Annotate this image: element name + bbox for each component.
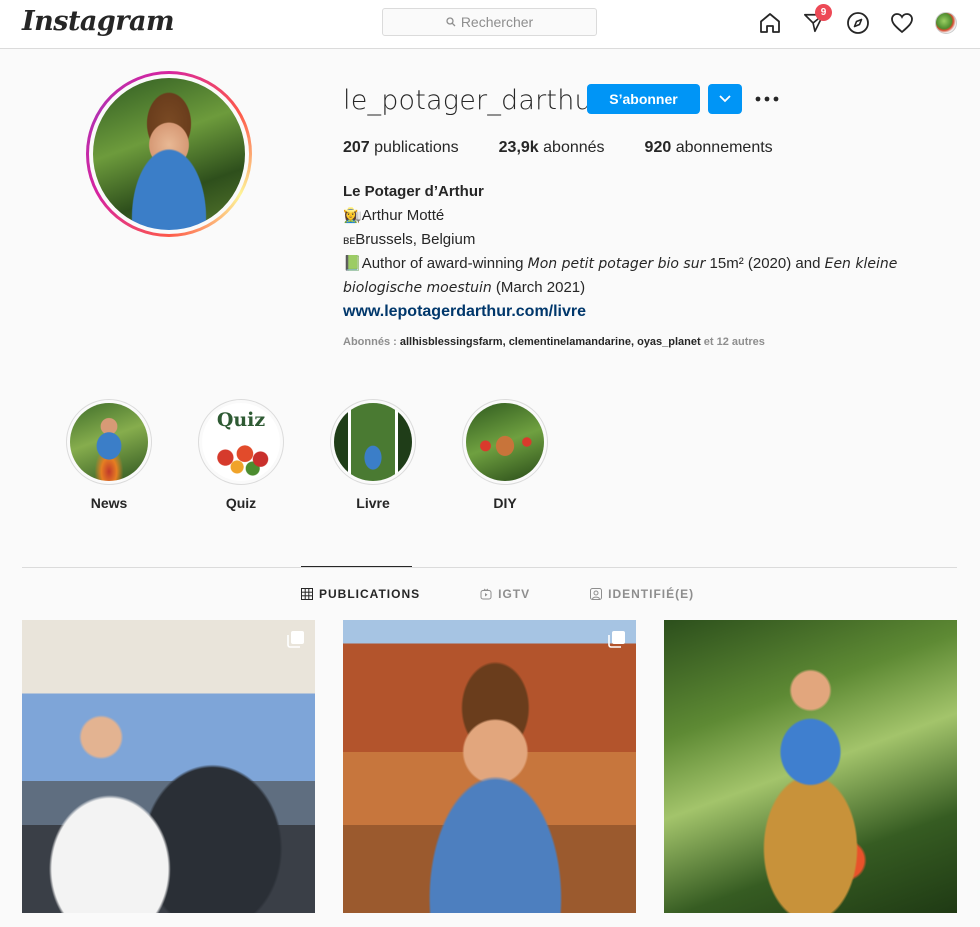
posts-stat: 207 publications	[343, 139, 459, 157]
active-tab-indicator	[301, 566, 412, 567]
post-thumbnail[interactable]	[343, 620, 636, 913]
bio-line-1: 👩‍🌾Arthur Motté	[343, 204, 943, 228]
followed-by[interactable]: Abonnés : allhisblessingsfarm, clementin…	[343, 336, 765, 348]
avatar-border	[89, 74, 249, 234]
tagged-icon	[590, 588, 603, 600]
belgium-flag-icon: ʙᴇ	[343, 233, 356, 247]
bio-line-2-text: Brussels, Belgium	[355, 231, 476, 248]
tab-label: IDENTIFIÉ(E)	[608, 587, 695, 601]
highlight-cover: Quiz	[202, 403, 280, 481]
highlight-diy[interactable]: DIY	[462, 399, 548, 511]
more-options-icon	[755, 96, 779, 102]
followed-by-prefix: Abonnés :	[343, 336, 400, 348]
profile-full-name: Le Potager d’Arthur	[343, 183, 484, 200]
tab-tagged[interactable]: IDENTIFIÉ(E)	[590, 587, 694, 601]
highlight-news[interactable]: News	[66, 399, 152, 511]
profile-menu-button[interactable]	[933, 10, 959, 36]
bio-line-2: ʙᴇBrussels, Belgium	[343, 228, 943, 252]
search-input[interactable]: Rechercher	[382, 8, 597, 36]
tab-igtv[interactable]: IGTV	[480, 587, 530, 601]
post-thumbnail[interactable]	[22, 620, 315, 913]
tab-label: PUBLICATIONS	[319, 587, 421, 601]
follower-account: allhisblessingsfarm	[399, 336, 503, 348]
bio-line-3: 📗Author of award-winning Mon petit potag…	[343, 252, 943, 300]
highlight-label: News	[90, 495, 128, 511]
igtv-icon	[480, 588, 492, 600]
home-icon	[760, 13, 780, 33]
bio-text: 15m² (2020) and	[705, 255, 825, 272]
following-label: abonnements	[675, 139, 773, 156]
tab-publications[interactable]: PUBLICATIONS	[301, 587, 420, 601]
followers-label: abonnés	[543, 139, 605, 156]
chevron-down-icon	[719, 95, 731, 103]
highlight-ring: Quiz	[198, 399, 284, 485]
bio-text: Author of award-winning	[361, 255, 528, 272]
suggested-accounts-button[interactable]	[708, 84, 742, 114]
tabs-divider	[22, 567, 957, 568]
avatar	[935, 12, 957, 34]
profile-bio: Le Potager d’Arthur 👩‍🌾Arthur Motté ʙᴇBr…	[343, 180, 943, 324]
activity-badge: 9	[815, 4, 832, 21]
highlight-quiz[interactable]: Quiz Quiz	[198, 399, 284, 511]
explore-icon	[847, 12, 869, 34]
profile-avatar[interactable]	[86, 71, 252, 237]
profile-photo	[93, 78, 245, 230]
profile-website-link[interactable]: www.lepotagerdarthur.com/livre	[343, 303, 586, 320]
nav-icons: 9	[757, 4, 977, 36]
search-placeholder: Rechercher	[460, 14, 534, 30]
highlight-label: DIY	[493, 495, 517, 511]
carousel-icon	[608, 631, 625, 648]
home-button[interactable]	[757, 10, 783, 36]
top-nav: Instagram Rechercher 9	[0, 0, 980, 49]
highlight-livre[interactable]: Livre	[330, 399, 416, 511]
following-stat[interactable]: 920 abonnements	[645, 139, 773, 157]
posts-label: publications	[374, 139, 459, 156]
follow-button[interactable]: S’abonner	[587, 84, 700, 114]
profile-username: le_potager_darthur	[343, 85, 604, 116]
activity-button[interactable]	[889, 10, 915, 36]
posts-count: 207	[343, 139, 370, 156]
highlight-cover	[334, 403, 412, 481]
tab-label: IGTV	[498, 587, 531, 601]
post-thumbnail[interactable]	[664, 620, 957, 913]
carousel-icon	[287, 631, 304, 648]
highlight-cover	[70, 403, 148, 481]
highlight-label: Livre	[356, 495, 390, 511]
follower-account: oyas_planet	[637, 336, 701, 348]
search-icon	[446, 17, 456, 27]
instagram-logo[interactable]: Instagram	[22, 6, 175, 37]
book-emoji-icon: 📗	[343, 255, 362, 272]
following-count: 920	[644, 139, 672, 156]
highlight-cover	[466, 403, 544, 481]
highlight-ring	[66, 399, 152, 485]
grid-icon	[301, 588, 313, 600]
followers-stat[interactable]: 23,9k abonnés	[499, 139, 605, 157]
followed-by-suffix: et 12 autres	[700, 336, 765, 348]
options-button[interactable]	[754, 88, 780, 110]
explore-button[interactable]	[845, 10, 871, 36]
quiz-cover-text: Quiz	[216, 409, 266, 431]
book-title-fr: Mon petit potager bio sur	[527, 256, 706, 272]
profile-stats: 207 publications 23,9k abonnés 920 abonn…	[343, 139, 813, 157]
farmer-emoji-icon: 👩‍🌾	[343, 207, 362, 224]
highlight-ring	[462, 399, 548, 485]
bio-text: (March 2021)	[491, 279, 586, 296]
followers-count: 23,9k	[498, 139, 539, 156]
bio-line-1-text: Arthur Motté	[361, 207, 445, 224]
profile-tabs: PUBLICATIONS IGTV IDENTIFIÉ(E)	[301, 587, 754, 601]
follower-account: clementinelamandarine	[508, 336, 631, 348]
highlight-ring	[330, 399, 416, 485]
direct-button[interactable]: 9	[801, 4, 832, 36]
heart-icon	[891, 13, 913, 34]
highlight-label: Quiz	[225, 495, 257, 511]
